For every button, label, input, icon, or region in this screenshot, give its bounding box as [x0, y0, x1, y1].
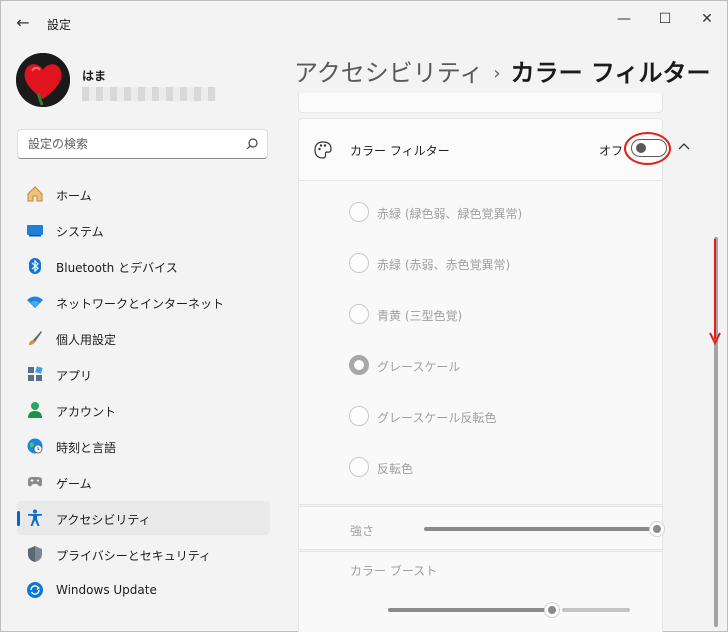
home-icon [27, 186, 43, 202]
intensity-slider-thumb[interactable] [649, 521, 665, 537]
sidebar-item-label: プライバシーとセキュリティ [56, 549, 212, 563]
avatar[interactable] [16, 53, 70, 107]
search-icon[interactable] [245, 137, 259, 151]
breadcrumb-separator: › [493, 63, 501, 84]
account-icon [28, 402, 42, 418]
radio-button[interactable] [349, 406, 369, 426]
shield-icon [28, 546, 42, 562]
user-email-redacted [82, 87, 216, 101]
maximize-button[interactable]: ☐ [642, 7, 688, 31]
sidebar-item-personalization[interactable]: 個人用設定 [17, 321, 270, 355]
sidebar-item-label: 時刻と言語 [56, 441, 117, 455]
palette-icon [314, 141, 332, 159]
intensity-track[interactable] [424, 527, 652, 531]
close-button[interactable]: ✕ [684, 7, 728, 31]
breadcrumb-parent[interactable]: アクセシビリティ [294, 59, 483, 87]
option-label: グレースケール [377, 360, 461, 374]
sidebar-item-privacy[interactable]: プライバシーとセキュリティ [17, 537, 270, 571]
radio-button[interactable] [349, 202, 369, 222]
sidebar-item-label: システム [56, 225, 104, 239]
sidebar-item-gaming[interactable]: ゲーム [17, 465, 270, 499]
chevron-up-icon[interactable] [677, 140, 691, 154]
sidebar-item-apps[interactable]: アプリ [17, 357, 270, 391]
color-boost-row: カラー ブースト [298, 551, 663, 632]
sidebar-item-network[interactable]: ネットワークとインターネット [17, 285, 270, 319]
minimize-button[interactable]: — [601, 7, 647, 31]
color-boost-slider-thumb[interactable] [544, 602, 560, 618]
update-icon [27, 582, 43, 598]
color-boost-track-rest[interactable] [562, 608, 630, 612]
page-title: カラー フィルター [510, 59, 711, 87]
network-icon [27, 296, 43, 308]
brush-icon [29, 331, 42, 345]
accessibility-icon [28, 509, 42, 526]
avatar-heart-icon [16, 53, 70, 107]
radio-button[interactable] [349, 253, 369, 273]
sidebar-item-windows-update[interactable]: Windows Update [17, 573, 270, 607]
time-language-icon [27, 438, 43, 454]
sidebar-item-time-language[interactable]: 時刻と言語 [17, 429, 270, 463]
sidebar-item-system[interactable]: システム [17, 213, 270, 247]
breadcrumb: アクセシビリティ › カラー フィルター [294, 53, 710, 88]
system-icon [27, 225, 43, 237]
sidebar-item-label: ホーム [56, 189, 92, 203]
sidebar-item-label: ゲーム [56, 477, 92, 491]
color-filter-card[interactable]: カラー フィルター オフ [298, 118, 690, 181]
app-title: 設定 [47, 18, 72, 32]
radio-button-checked[interactable] [349, 355, 369, 375]
highlight-annotation-ring [624, 132, 671, 165]
search-box[interactable] [17, 129, 268, 159]
settings-window: ← 設定 — ☐ ✕ はま ホーム [0, 0, 728, 632]
search-input[interactable] [28, 135, 228, 153]
intensity-row: 強さ [298, 506, 665, 550]
option-label: 青黄 (三型色覚) [377, 309, 463, 323]
color-boost-track-filled[interactable] [388, 608, 554, 612]
sidebar-item-label: Windows Update [56, 583, 157, 597]
sidebar-item-label: アカウント [56, 405, 117, 419]
radio-button[interactable] [349, 457, 369, 477]
sidebar-item-label: Bluetooth とデバイス [56, 261, 178, 275]
user-name: はま [82, 69, 107, 83]
sidebar-item-label: ネットワークとインターネット [56, 297, 225, 311]
sidebar-item-home[interactable]: ホーム [17, 177, 270, 211]
option-label: 反転色 [377, 462, 414, 476]
sidebar-item-label: アプリ [56, 369, 93, 383]
sidebar-item-label: アクセシビリティ [56, 513, 151, 527]
option-label: グレースケール反転色 [377, 411, 497, 425]
sidebar-item-accessibility[interactable]: アクセシビリティ [17, 501, 270, 535]
bluetooth-icon [29, 258, 41, 274]
title-bar: ← 設定 — ☐ ✕ [1, 1, 727, 45]
sidebar-item-label: 個人用設定 [56, 333, 117, 347]
option-label: 赤緑 (緑色弱、緑色覚異常) [377, 207, 523, 221]
sidebar-nav: ホーム システム Bluetooth とデバイス ネットワークとインターネット [17, 177, 270, 609]
scroll-down-arrow-annotation [709, 239, 721, 346]
radio-button[interactable] [349, 304, 369, 324]
color-boost-label: カラー ブースト [350, 564, 438, 578]
previous-card [298, 93, 663, 113]
intensity-label: 強さ [350, 524, 375, 538]
toggle-state-label: オフ [599, 144, 624, 158]
gamepad-icon [28, 477, 42, 487]
sidebar-item-bluetooth[interactable]: Bluetooth とデバイス [17, 249, 270, 283]
apps-icon [28, 366, 43, 381]
filter-options-panel: 赤緑 (緑色弱、緑色覚異常) 赤緑 (赤弱、赤色覚異常) 青黄 (三型色覚) グ… [298, 181, 663, 505]
color-filter-title: カラー フィルター [350, 144, 450, 158]
option-label: 赤緑 (赤弱、赤色覚異常) [377, 258, 511, 272]
back-button[interactable]: ← [13, 13, 33, 33]
sidebar-item-accounts[interactable]: アカウント [17, 393, 270, 427]
